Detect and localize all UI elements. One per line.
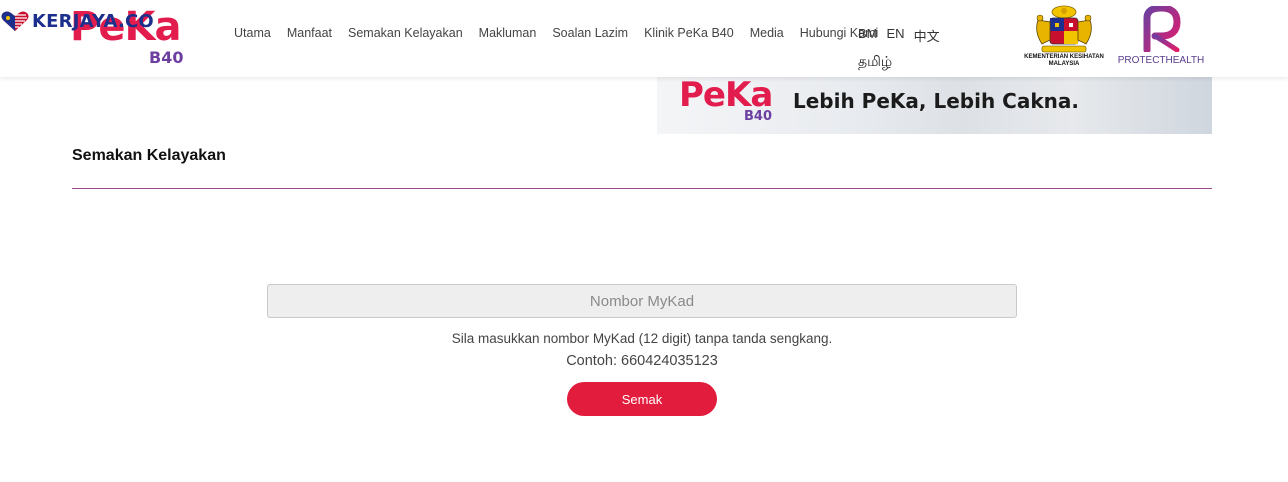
nav-item-utama[interactable]: Utama (234, 26, 271, 40)
lang-ta[interactable]: தமிழ் (858, 53, 892, 72)
language-switcher: BM EN 中文 தமிழ் (858, 26, 958, 72)
malaysia-heart-flag-icon (1, 11, 29, 31)
kkm-logo[interactable]: KEMENTERIAN KESIHATAN MALAYSIA (1018, 4, 1110, 74)
malaysia-crest-icon (1036, 5, 1092, 53)
nav-item-makluman[interactable]: Makluman (479, 26, 537, 40)
protecthealth-logo[interactable]: PROTECTHEALTH (1116, 6, 1206, 66)
protecthealth-mark-icon (1143, 6, 1181, 52)
hero-banner: PeKa B40 Lebih PeKa, Lebih Cakna. (657, 77, 1212, 134)
semak-button[interactable]: Semak (567, 382, 717, 416)
lang-en[interactable]: EN (887, 26, 905, 45)
main-navigation: Utama Manfaat Semakan Kelayakan Makluman… (234, 26, 894, 40)
mykad-input[interactable] (267, 284, 1017, 318)
nav-item-media[interactable]: Media (750, 26, 784, 40)
watermark-text: KERJAYA.CO (32, 10, 154, 32)
nav-item-soalan-lazim[interactable]: Soalan Lazim (552, 26, 628, 40)
kerjaya-watermark: KERJAYA.CO (0, 10, 154, 32)
site-header: PeKa B40 Utama Manfaat Semakan Kelayakan… (0, 0, 1288, 77)
nav-item-manfaat[interactable]: Manfaat (287, 26, 332, 40)
kkm-label: KEMENTERIAN KESIHATAN MALAYSIA (1024, 54, 1104, 67)
nav-item-klinik[interactable]: Klinik PeKa B40 (644, 26, 734, 40)
lang-bm[interactable]: BM (858, 26, 878, 45)
banner-tagline: Lebih PeKa, Lebih Cakna. (793, 89, 1079, 113)
lang-zh[interactable]: 中文 (914, 26, 940, 45)
title-divider (72, 188, 1212, 189)
page-title: Semakan Kelayakan (72, 147, 226, 164)
mykad-hint: Sila masukkan nombor MyKad (12 digit) ta… (451, 331, 833, 346)
banner-logo-sub: B40 (744, 109, 772, 124)
logo-sub-text: B40 (149, 48, 184, 67)
mykad-example: Contoh: 660424035123 (566, 353, 718, 369)
nav-item-semakan-kelayakan[interactable]: Semakan Kelayakan (348, 26, 463, 40)
protecthealth-label: PROTECTHEALTH (1117, 55, 1205, 66)
